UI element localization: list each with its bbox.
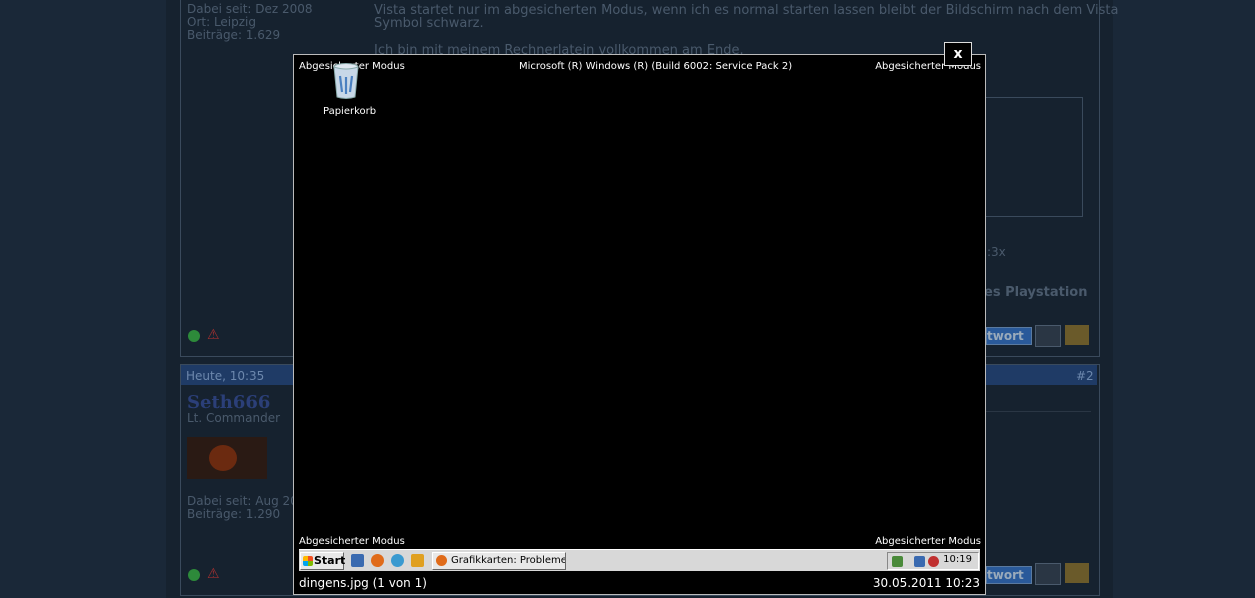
post2-post-count: Beiträge: 1.290 — [187, 507, 281, 521]
post1-text-line-1: Vista startet nur im abgesicherten Modus… — [374, 3, 1119, 18]
post2-username[interactable]: Seth666 — [187, 392, 270, 413]
media-player-icon — [411, 554, 424, 567]
report-post-icon[interactable]: ⚠ — [207, 327, 220, 343]
lightbox-caption: dingens.jpg (1 von 1) 30.05.2011 10:23 — [295, 572, 984, 593]
firefox-icon — [371, 554, 384, 567]
taskbar-window-button: Grafikkarten: Probleme... — [432, 552, 566, 570]
online-status-icon — [188, 330, 200, 342]
post1-partial-count: :3x — [987, 245, 1006, 259]
post1-partial-heading: es Playstation — [984, 285, 1088, 300]
post2-date: Heute, 10:35 — [186, 369, 265, 383]
post1-post-count: Beiträge: 1.629 — [187, 28, 281, 42]
close-button[interactable]: x — [944, 42, 972, 66]
volume-muted-icon — [928, 556, 939, 567]
desktop-icon-label: Papierkorb — [323, 106, 377, 117]
start-button: Start — [300, 552, 346, 570]
post2-number[interactable]: #2 — [1076, 369, 1094, 383]
windows-flag-icon — [303, 556, 313, 566]
post1-reply-button[interactable]: twort — [986, 327, 1032, 345]
firefox-icon — [436, 555, 447, 566]
post2-edit-icon[interactable] — [1065, 563, 1089, 583]
report-post-icon[interactable]: ⚠ — [207, 566, 220, 582]
internet-explorer-icon — [391, 554, 404, 567]
safe-mode-label-bottom-left: Abgesicherter Modus — [299, 536, 405, 547]
post2-rank: Lt. Commander — [187, 411, 281, 425]
security-tray-icon — [892, 556, 903, 567]
post1-text-line-2: Symbol schwarz. — [374, 16, 484, 31]
post2-quote-icon[interactable] — [1035, 563, 1061, 585]
network-tray-icon — [914, 556, 925, 567]
image-date: 30.05.2011 10:23 — [872, 576, 980, 590]
lightbox-image: Abgesicherter Modus Microsoft (R) Window… — [295, 56, 984, 571]
post2-divider — [985, 411, 1091, 412]
page-margin-left — [0, 0, 166, 598]
page-margin-right — [1113, 0, 1255, 598]
online-status-icon — [188, 569, 200, 581]
avatar — [187, 437, 267, 479]
post2-reply-button[interactable]: twort — [986, 566, 1032, 584]
windows-build-label: Microsoft (R) Windows (R) (Build 6002: S… — [519, 61, 793, 72]
post1-attachment-box — [985, 97, 1083, 217]
taskbar-clock: 10:19 — [943, 554, 972, 565]
post1-quote-icon[interactable] — [1035, 325, 1061, 347]
start-label: Start — [314, 554, 346, 567]
windows-taskbar: Start Grafikkarten: Probleme... 10:19 — [299, 549, 980, 571]
image-lightbox: Abgesicherter Modus Microsoft (R) Window… — [293, 54, 986, 595]
safe-mode-label-bottom-right: Abgesicherter Modus — [875, 536, 981, 547]
image-title: dingens.jpg (1 von 1) — [299, 576, 427, 590]
system-tray: 10:19 — [887, 552, 979, 570]
show-desktop-icon — [351, 554, 364, 567]
recycle-bin-icon — [333, 63, 359, 99]
taskbar-window-label: Grafikkarten: Probleme... — [451, 555, 566, 566]
post1-edit-icon[interactable] — [1065, 325, 1089, 345]
